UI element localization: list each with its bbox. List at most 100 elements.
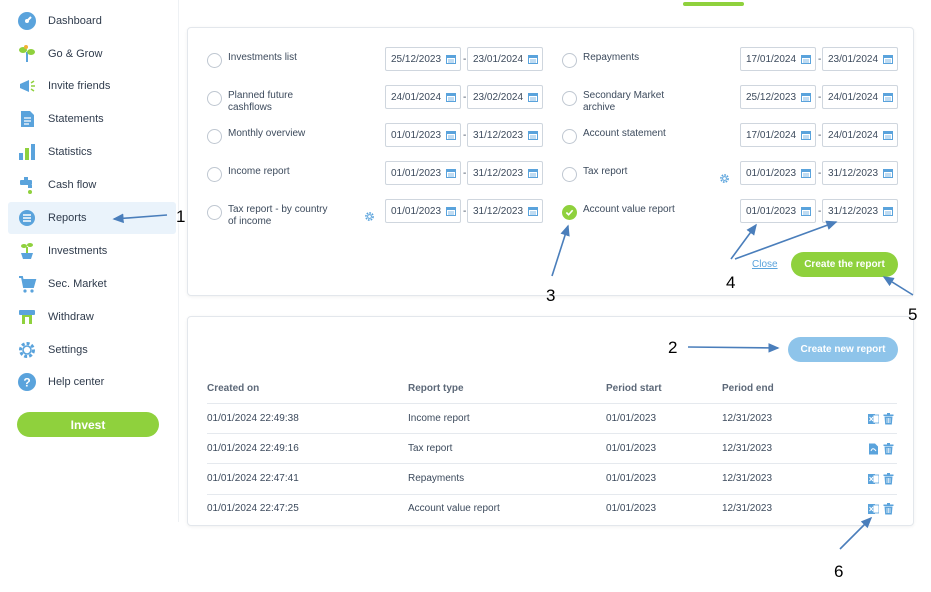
- date-from-input[interactable]: 24/01/2024: [385, 85, 461, 109]
- table-cell-end: 12/31/2023: [722, 443, 773, 454]
- close-link[interactable]: Close: [752, 259, 778, 270]
- calendar-icon[interactable]: [446, 54, 456, 67]
- date-to-input[interactable]: 31/12/2023: [467, 123, 543, 147]
- report-option-label: Planned future cashflows: [228, 90, 293, 114]
- report-option-planned-future-cashflows[interactable]: Planned future cashflows: [207, 90, 293, 114]
- report-option-investments-list[interactable]: Investments list: [207, 52, 297, 68]
- create-new-report-button[interactable]: Create new report: [788, 337, 898, 362]
- trash-icon[interactable]: [883, 412, 894, 430]
- calendar-icon[interactable]: [528, 92, 538, 105]
- report-option-label-line: Planned future: [228, 90, 294, 101]
- calendar-icon[interactable]: [528, 206, 538, 219]
- calendar-icon[interactable]: [801, 54, 811, 67]
- radio-checked-icon[interactable]: [562, 205, 577, 220]
- sidebar-item-help-center[interactable]: ? Help center: [8, 366, 176, 398]
- date-to-input[interactable]: 31/12/2023: [467, 161, 543, 185]
- radio-button[interactable]: [207, 205, 222, 220]
- calendar-icon[interactable]: [528, 168, 538, 181]
- date-from-input[interactable]: 01/01/2023: [385, 123, 461, 147]
- radio-button[interactable]: [207, 129, 222, 144]
- sidebar-item-go-grow[interactable]: Go & Grow: [8, 38, 176, 70]
- date-range-separator: -: [818, 206, 822, 217]
- calendar-icon[interactable]: [446, 206, 456, 219]
- excel-download-icon[interactable]: [868, 502, 880, 520]
- sidebar-item-investments[interactable]: Investments: [8, 235, 176, 267]
- sidebar-item-invite-friends[interactable]: Invite friends: [8, 70, 176, 102]
- calendar-icon[interactable]: [883, 130, 893, 143]
- report-option-repayments[interactable]: Repayments: [562, 52, 639, 68]
- settings-gear-icon[interactable]: [364, 209, 375, 227]
- calendar-icon[interactable]: [446, 92, 456, 105]
- date-from-input[interactable]: 25/12/2023: [740, 85, 816, 109]
- report-option-label: Account statement: [583, 128, 666, 140]
- date-from-input[interactable]: 01/01/2023: [740, 161, 816, 185]
- date-to-input[interactable]: 31/12/2023: [822, 199, 898, 223]
- date-to-input[interactable]: 23/01/2024: [822, 47, 898, 71]
- report-option-label: Income report: [228, 166, 290, 178]
- report-option-label: Repayments: [583, 52, 639, 64]
- sidebar-item-statements[interactable]: Statements: [8, 103, 176, 135]
- calendar-icon[interactable]: [883, 206, 893, 219]
- sidebar-item-label: Investments: [48, 245, 108, 257]
- invest-button[interactable]: Invest: [17, 412, 159, 437]
- calendar-icon[interactable]: [883, 168, 893, 181]
- date-to-input[interactable]: 31/12/2023: [822, 161, 898, 185]
- trash-icon[interactable]: [883, 442, 894, 460]
- date-from-input[interactable]: 25/12/2023: [385, 47, 461, 71]
- report-option-label: Secondary Market archive: [583, 90, 664, 114]
- report-option-account-statement[interactable]: Account statement: [562, 128, 666, 144]
- sidebar-item-dashboard[interactable]: Dashboard: [8, 5, 176, 37]
- calendar-icon[interactable]: [446, 168, 456, 181]
- sidebar-item-statistics[interactable]: Statistics: [8, 136, 176, 168]
- pdf-download-icon[interactable]: [868, 442, 879, 460]
- radio-button[interactable]: [207, 91, 222, 106]
- report-option-income-report[interactable]: Income report: [207, 166, 290, 182]
- date-from-input[interactable]: 01/01/2023: [740, 199, 816, 223]
- radio-button[interactable]: [562, 53, 577, 68]
- radio-button[interactable]: [207, 167, 222, 182]
- create-the-report-button[interactable]: Create the report: [791, 252, 898, 277]
- sidebar-item-label: Statements: [48, 113, 104, 125]
- annotation-number-2: 2: [668, 338, 678, 357]
- calendar-icon[interactable]: [883, 92, 893, 105]
- report-option-label-line: of income: [228, 216, 272, 227]
- report-option-tax-report[interactable]: Tax report: [562, 166, 627, 182]
- report-option-secondary-market-archive[interactable]: Secondary Market archive: [562, 90, 664, 114]
- calendar-icon[interactable]: [801, 92, 811, 105]
- radio-button[interactable]: [562, 129, 577, 144]
- calendar-icon[interactable]: [883, 54, 893, 67]
- date-to-input[interactable]: 31/12/2023: [467, 199, 543, 223]
- report-option-tax-report-by-country-of-income[interactable]: Tax report - by country of income: [207, 204, 327, 228]
- radio-button[interactable]: [562, 91, 577, 106]
- report-option-monthly-overview[interactable]: Monthly overview: [207, 128, 305, 144]
- radio-button[interactable]: [207, 53, 222, 68]
- radio-button[interactable]: [562, 167, 577, 182]
- trash-icon[interactable]: [883, 472, 894, 490]
- trash-icon[interactable]: [883, 502, 894, 520]
- date-from-input[interactable]: 17/01/2024: [740, 123, 816, 147]
- calendar-icon[interactable]: [528, 130, 538, 143]
- calendar-icon[interactable]: [801, 168, 811, 181]
- sidebar-item-settings[interactable]: Settings: [8, 334, 176, 366]
- settings-gear-icon[interactable]: [719, 171, 730, 189]
- excel-download-icon[interactable]: [868, 412, 880, 430]
- calendar-icon[interactable]: [528, 54, 538, 67]
- sprout-icon: [16, 240, 38, 262]
- date-to-input[interactable]: 23/02/2024: [467, 85, 543, 109]
- calendar-icon[interactable]: [801, 206, 811, 219]
- calendar-icon[interactable]: [446, 130, 456, 143]
- date-to-input[interactable]: 24/01/2024: [822, 123, 898, 147]
- calendar-icon[interactable]: [801, 130, 811, 143]
- sidebar-item-withdraw[interactable]: Withdraw: [8, 301, 176, 333]
- date-to-input[interactable]: 23/01/2024: [467, 47, 543, 71]
- sidebar-item-sec-market[interactable]: Sec. Market: [8, 268, 176, 300]
- sidebar-item-cash-flow[interactable]: Cash flow: [8, 169, 176, 201]
- excel-download-icon[interactable]: [868, 472, 880, 490]
- date-from-input[interactable]: 01/01/2023: [385, 161, 461, 185]
- date-from-input[interactable]: 01/01/2023: [385, 199, 461, 223]
- report-option-account-value-report[interactable]: Account value report: [562, 204, 675, 220]
- date-from-input[interactable]: 17/01/2024: [740, 47, 816, 71]
- megaphone-icon: [16, 75, 38, 97]
- date-to-input[interactable]: 24/01/2024: [822, 85, 898, 109]
- sidebar-item-reports[interactable]: Reports: [8, 202, 176, 234]
